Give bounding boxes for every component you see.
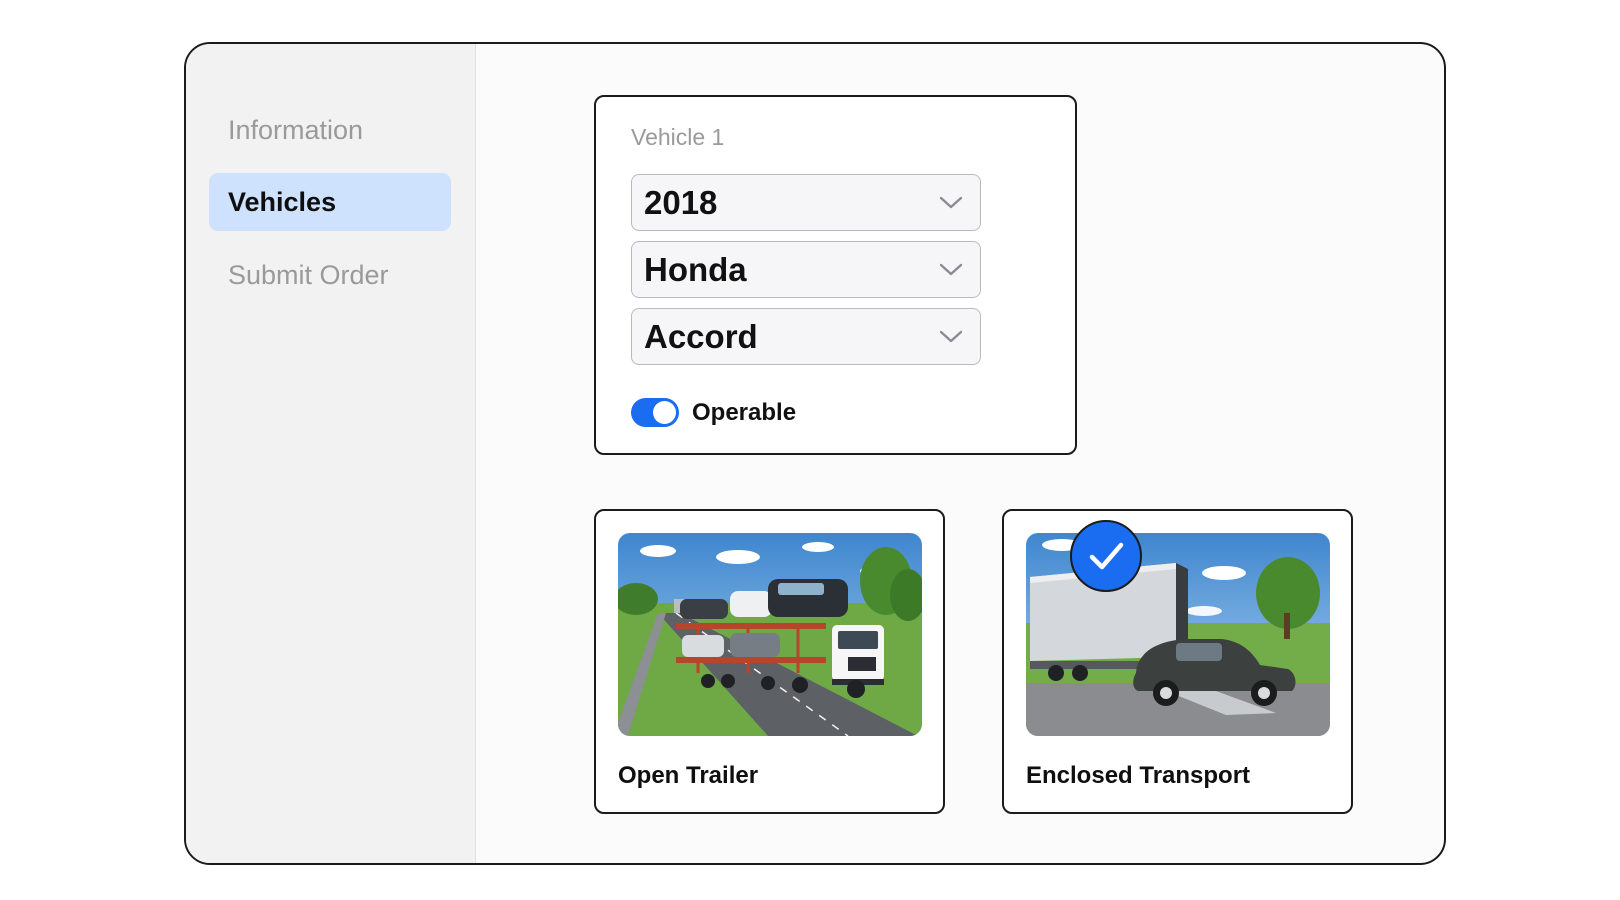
make-select[interactable]: Honda	[631, 241, 981, 298]
sidebar-item-label: Information	[228, 114, 364, 145]
sidebar-item-submit-order[interactable]: Submit Order	[209, 246, 451, 304]
transport-option-enclosed-transport[interactable]: Enclosed Transport	[1002, 509, 1353, 814]
chevron-down-icon	[939, 196, 963, 209]
sidebar: Information Vehicles Submit Order	[186, 44, 476, 863]
open-trailer-photo	[618, 533, 922, 736]
sidebar-item-vehicles[interactable]: Vehicles	[209, 173, 451, 231]
year-select[interactable]: 2018	[631, 174, 981, 231]
year-select-value: 2018	[644, 183, 718, 221]
chevron-down-icon	[939, 263, 963, 276]
transport-option-label: Enclosed Transport	[1026, 762, 1251, 789]
transport-option-label: Open Trailer	[618, 762, 759, 789]
operable-label: Operable	[692, 398, 797, 426]
app-window: Information Vehicles Submit Order Vehicl…	[184, 42, 1446, 865]
selected-check-badge	[1070, 520, 1142, 592]
sidebar-item-label: Vehicles	[228, 186, 337, 217]
vehicle-card: Vehicle 1 2018 Honda Accord Operable	[594, 95, 1077, 455]
operable-toggle[interactable]	[631, 398, 679, 427]
operable-toggle-row: Operable	[631, 398, 796, 427]
sidebar-item-label: Submit Order	[228, 259, 389, 290]
make-select-value: Honda	[644, 250, 747, 288]
toggle-knob	[653, 401, 676, 424]
vehicle-card-title: Vehicle 1	[631, 124, 725, 150]
sidebar-item-information[interactable]: Information	[209, 101, 451, 159]
model-select[interactable]: Accord	[631, 308, 981, 365]
check-icon	[1089, 542, 1124, 570]
transport-option-open-trailer[interactable]: Open Trailer	[594, 509, 945, 814]
chevron-down-icon	[939, 330, 963, 343]
model-select-value: Accord	[644, 317, 758, 355]
